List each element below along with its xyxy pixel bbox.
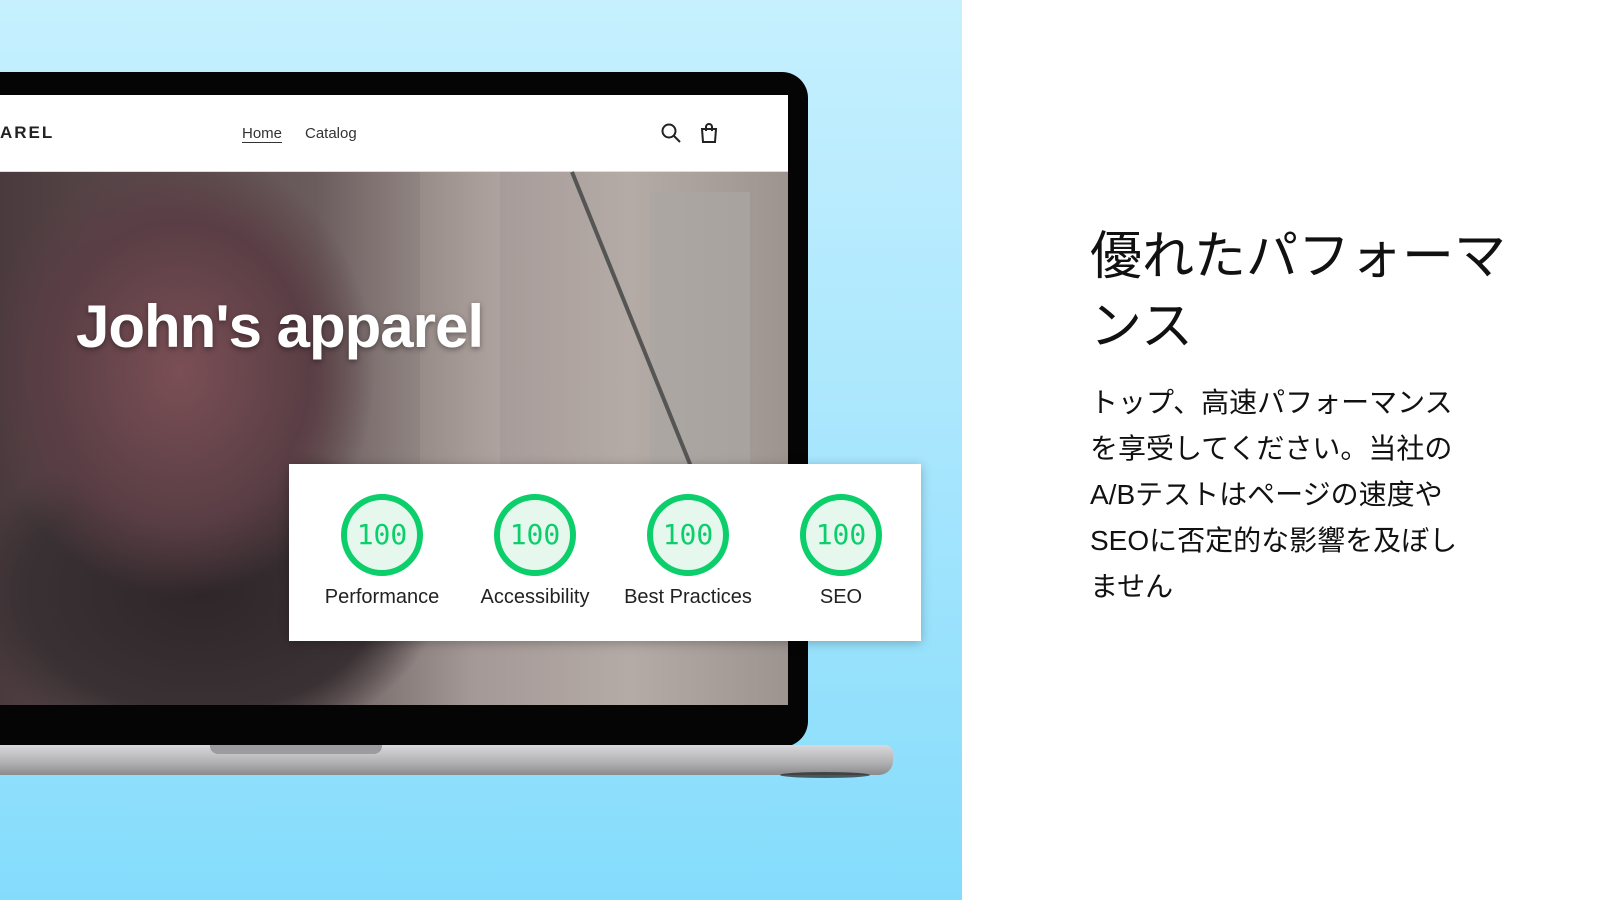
description-line: を享受してください。当社の: [1090, 433, 1453, 464]
heading-line: ンス: [1090, 298, 1193, 356]
nav-home[interactable]: Home: [242, 125, 282, 142]
cart-icon[interactable]: [698, 122, 720, 144]
laptop-foot: [780, 772, 870, 778]
laptop-notch: [210, 745, 382, 754]
score-label: Performance: [324, 586, 440, 608]
feature-heading: 優れたパフォーマ ンス: [1090, 222, 1530, 362]
description-line: トップ、高速パフォーマンス: [1090, 387, 1453, 418]
search-icon[interactable]: [660, 122, 682, 144]
lighthouse-scores-card: 100 Performance 100 Accessibility 100 Best …: [289, 464, 921, 641]
score-accessibility: 100 Accessibility: [455, 494, 615, 609]
hero-title: John's apparel: [76, 293, 484, 360]
illustration-panel: AREL Home Catalog John's apparel 100 Perf…: [0, 0, 962, 900]
description-line: SEOに否定的な影響を及ぼし: [1090, 525, 1458, 556]
heading-line: 優れたパフォーマ: [1090, 228, 1507, 286]
feature-description: トップ、高速パフォーマンス を享受してください。当社の A/Bテストはページの速…: [1090, 380, 1520, 610]
description-line: ません: [1090, 571, 1174, 602]
store-header: AREL Home Catalog: [0, 95, 788, 172]
score-best-practices: 100 Best Practices: [608, 494, 768, 609]
nav-catalog[interactable]: Catalog: [305, 125, 357, 142]
score-gauge: 100: [647, 494, 729, 576]
score-gauge: 100: [341, 494, 423, 576]
score-gauge: 100: [800, 494, 882, 576]
description-line: A/Bテストはページの速度や: [1090, 479, 1443, 510]
score-label: Accessibility: [480, 586, 590, 608]
score-seo: 100 SEO: [761, 494, 921, 609]
score-label: SEO: [819, 586, 863, 608]
score-performance: 100 Performance: [302, 494, 462, 609]
laptop-base: [0, 745, 893, 775]
score-label: Best Practices: [624, 586, 752, 608]
score-gauge: 100: [494, 494, 576, 576]
store-logo: AREL: [0, 123, 55, 142]
